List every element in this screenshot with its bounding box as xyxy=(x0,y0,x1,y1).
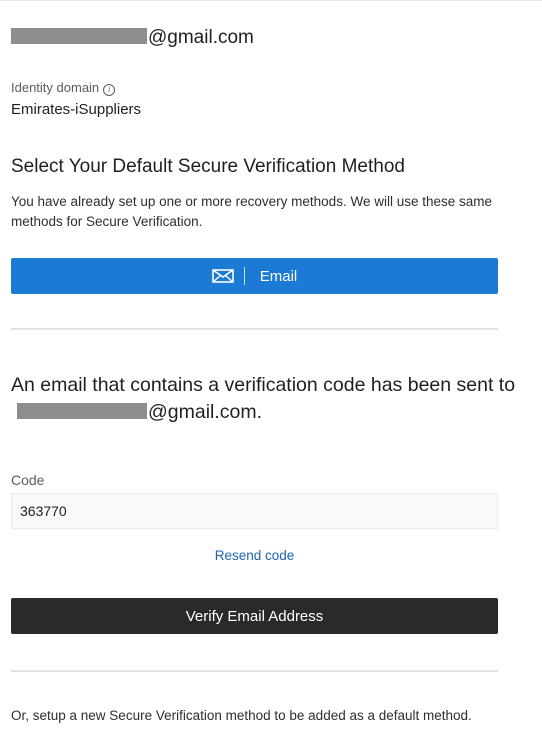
redacted-email-username xyxy=(11,28,147,45)
code-sent-message: An email that contains a verification co… xyxy=(11,372,521,426)
envelope-icon xyxy=(211,269,234,283)
identity-domain-value: Emirates-iSuppliers xyxy=(11,101,142,118)
verification-page: @gmail.com Identity domain i Emirates-iSu… xyxy=(0,0,542,751)
section-divider xyxy=(11,670,498,672)
email-method-label: Email xyxy=(259,267,298,285)
user-email: @gmail.com xyxy=(11,26,254,50)
identity-domain-label: Identity domain i xyxy=(11,80,116,96)
verification-method-description: You have already set up one or more reco… xyxy=(11,194,493,229)
button-separator xyxy=(243,267,245,285)
email-method-button[interactable]: Email xyxy=(11,258,498,294)
footer-text: Or, setup a new Secure Verification meth… xyxy=(11,708,472,723)
code-input[interactable] xyxy=(11,493,498,529)
code-label: Code xyxy=(11,472,45,488)
identity-domain-label-text: Identity domain xyxy=(11,80,100,95)
verify-email-button[interactable]: Verify Email Address xyxy=(11,598,498,634)
code-sent-message-prefix: An email that contains a verification co… xyxy=(11,374,516,396)
redacted-email-username xyxy=(17,403,147,420)
code-sent-message-suffix: @gmail.com. xyxy=(148,401,263,423)
top-divider xyxy=(0,0,542,1)
resend-code-link[interactable]: Resend code xyxy=(11,547,498,565)
verification-method-title: Select Your Default Secure Verification … xyxy=(11,156,405,177)
user-email-domain: @gmail.com xyxy=(148,27,254,48)
info-icon[interactable]: i xyxy=(103,84,116,96)
section-divider xyxy=(11,328,498,330)
